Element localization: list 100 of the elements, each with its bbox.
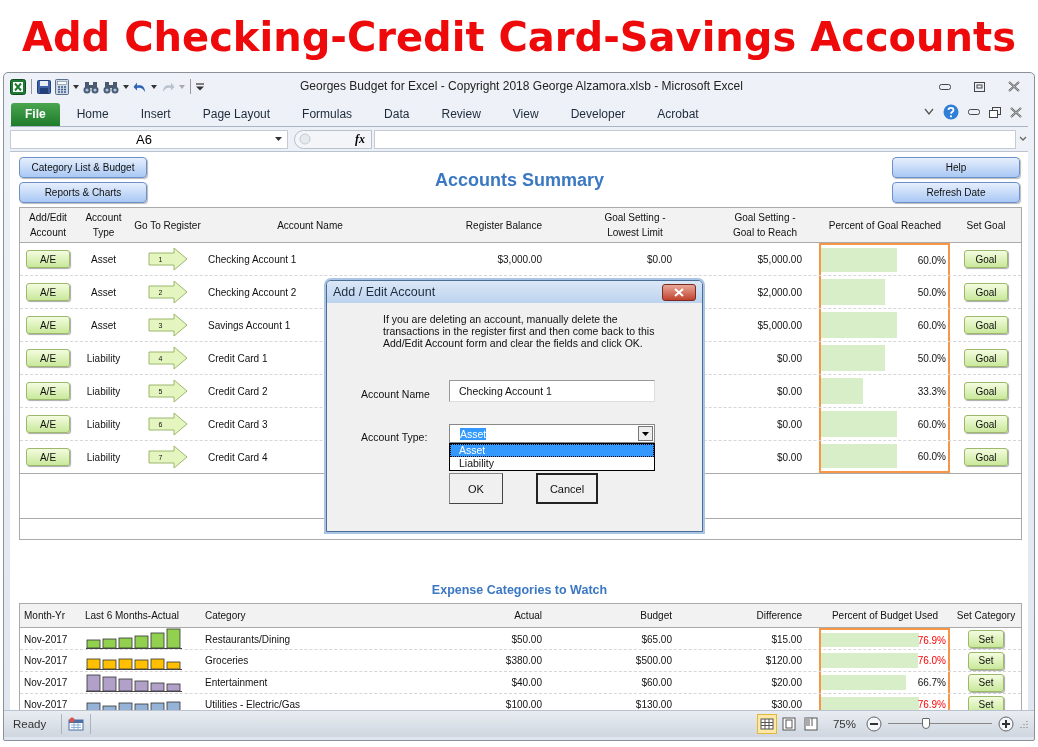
column-header: Difference	[756, 610, 802, 621]
edit-account-button[interactable]: A/E	[26, 415, 70, 433]
table-cell: Liability	[86, 385, 121, 397]
edit-account-button[interactable]: A/E	[26, 448, 70, 466]
table-cell: Liability	[86, 451, 121, 463]
table-cell: Checking Account 1	[208, 253, 297, 265]
close-icon[interactable]	[1008, 81, 1020, 92]
caret-icon	[73, 84, 79, 89]
caret-icon[interactable]	[275, 137, 282, 141]
edit-account-button[interactable]: A/E	[26, 250, 70, 268]
table-cell: Credit Card 4	[208, 451, 268, 463]
goal-button[interactable]: Goal	[964, 316, 1008, 334]
navigation-button[interactable]: Category List & Budget	[19, 157, 147, 178]
table-cell: $120.00	[765, 655, 802, 666]
table-cell: 60.0%	[917, 418, 946, 430]
column-header: Goal Setting - Goal to Reach	[732, 211, 798, 240]
dropdown-option[interactable]: Liability	[450, 457, 654, 470]
column-header: Go To Register	[134, 218, 201, 233]
undo-icon	[133, 80, 147, 93]
table-cell: Restaurants/Dining	[205, 633, 291, 645]
ribbon-tab[interactable]: View	[512, 107, 539, 126]
table-cell: $0.00	[776, 385, 802, 397]
arrow-shape	[147, 412, 188, 436]
navigation-button[interactable]: Reports & Charts	[19, 182, 147, 203]
ribbon-tab[interactable]: Formulas	[302, 107, 353, 126]
insert-function-button[interactable]: fx	[355, 131, 365, 147]
ribbon-tab[interactable]: Acrobat	[657, 107, 699, 126]
ribbon-tab[interactable]: Data	[384, 107, 410, 126]
goal-button[interactable]: Goal	[964, 448, 1008, 466]
grip-icon	[299, 133, 311, 145]
binoculars-icon	[83, 79, 99, 94]
close-icon[interactable]	[1010, 106, 1022, 118]
table-cell: Utilities - Electric/Gas	[205, 699, 300, 710]
table-cell: Nov-2017	[24, 677, 68, 688]
table-cell: Asset	[91, 319, 116, 331]
maximize-icon[interactable]	[974, 81, 985, 92]
goal-button[interactable]: Goal	[964, 382, 1008, 400]
zoom-out-icon[interactable]	[866, 716, 882, 732]
zoom-in-icon[interactable]	[998, 716, 1014, 732]
close-icon	[674, 287, 684, 297]
column-header: Account Type	[84, 211, 123, 240]
macro-recording-icon[interactable]	[68, 717, 85, 731]
expand-ribbon-icon[interactable]	[924, 108, 934, 116]
ribbon-tab[interactable]: Review	[441, 107, 481, 126]
status-text: Ready	[12, 718, 48, 730]
file-tab[interactable]: File	[11, 103, 60, 126]
navigation-button[interactable]: Refresh Date	[892, 182, 1020, 203]
ribbon-tab[interactable]: Developer	[570, 107, 626, 126]
dialog-title: Add / Edit Account	[333, 285, 436, 299]
edit-account-button[interactable]: A/E	[26, 283, 70, 301]
column-header: Add/Edit Account	[28, 211, 68, 240]
set-category-button[interactable]: Set	[968, 630, 1004, 648]
set-category-button[interactable]: Set	[968, 695, 1004, 710]
formula-input[interactable]	[374, 129, 1016, 149]
column-header: Last 6 Months-Actual	[85, 610, 179, 621]
table-cell: Nov-2017	[24, 655, 68, 666]
table-cell: 50.0%	[917, 352, 946, 364]
table-cell: Nov-2017	[24, 633, 68, 645]
column-header: Percent of Budget Used	[831, 610, 939, 621]
set-category-button[interactable]: Set	[968, 673, 1004, 692]
edit-account-button[interactable]: A/E	[26, 382, 70, 400]
table-cell: $0.00	[776, 352, 802, 364]
ribbon-tab[interactable]: Insert	[140, 107, 171, 126]
account-name-field[interactable]: Checking Account 1	[449, 380, 655, 402]
edit-account-button[interactable]: A/E	[26, 316, 70, 334]
normal-view-button[interactable]	[756, 714, 777, 734]
banner-title: Add Checking-Credit Card-Savings Accounts	[21, 13, 1017, 62]
goal-button[interactable]: Goal	[964, 349, 1008, 367]
column-header: Set Goal	[966, 218, 1006, 233]
cancel-button[interactable]: Cancel	[536, 473, 598, 504]
table-cell: $65.00	[641, 633, 672, 645]
table-cell: 33.3%	[917, 385, 946, 397]
column-header: Month-Yr	[24, 610, 66, 621]
column-header: Goal Setting - Lowest Limit	[603, 211, 667, 240]
ok-button[interactable]: OK	[449, 473, 503, 504]
goal-button[interactable]: Goal	[964, 250, 1008, 268]
table-cell: $50.00	[511, 633, 542, 645]
minimize-icon[interactable]	[939, 82, 951, 91]
customize-menu-icon	[196, 82, 204, 91]
resize-grip-icon	[1020, 720, 1028, 728]
table-cell: $0.00	[646, 253, 672, 265]
table-cell: 76.9%	[917, 634, 946, 646]
ribbon-tab[interactable]: Page Layout	[202, 107, 271, 126]
goal-button[interactable]: Goal	[964, 415, 1008, 433]
edit-account-button[interactable]: A/E	[26, 349, 70, 367]
name-box[interactable]: A6	[10, 129, 288, 149]
table-cell: 76.0%	[917, 655, 946, 666]
minimize-icon[interactable]	[968, 108, 980, 116]
zoom-level[interactable]: 75%	[826, 718, 860, 730]
column-header: Actual	[514, 610, 542, 621]
navigation-button[interactable]: Help	[892, 157, 1020, 178]
ribbon-tab[interactable]: Home	[76, 107, 109, 126]
close-button[interactable]	[662, 283, 696, 301]
help-icon[interactable]	[943, 104, 959, 120]
goal-button[interactable]: Goal	[964, 283, 1008, 301]
arrow-shape	[147, 280, 188, 304]
column-header: Set Category	[956, 610, 1016, 621]
set-category-button[interactable]: Set	[968, 651, 1004, 670]
column-header: Category	[205, 610, 246, 621]
restore-icon[interactable]	[989, 106, 1001, 118]
